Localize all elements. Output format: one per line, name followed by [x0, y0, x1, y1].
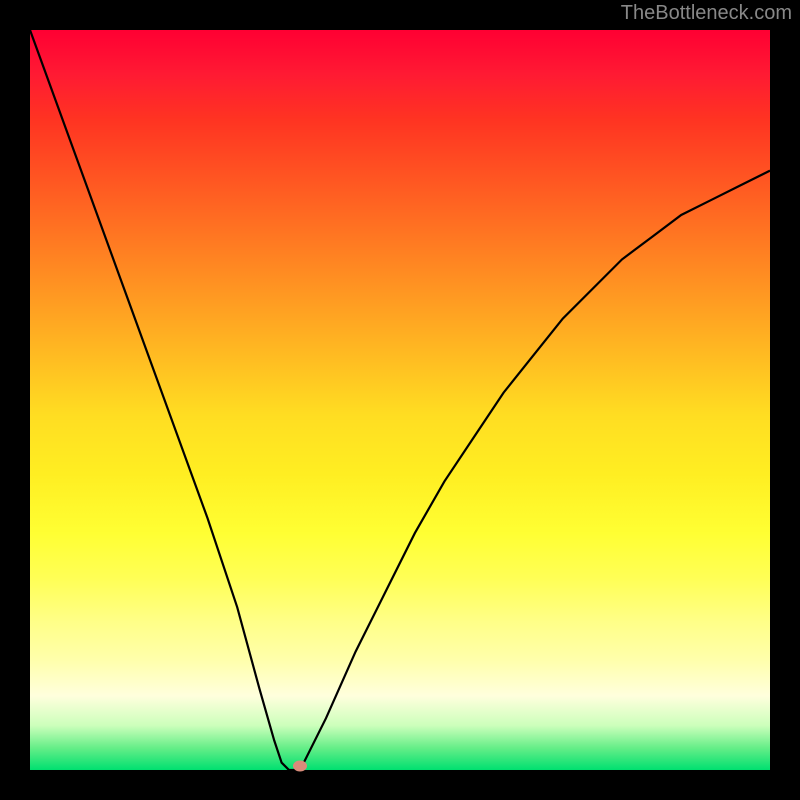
- plot-area: [30, 30, 770, 770]
- optimum-marker: [293, 761, 307, 772]
- chart-container: TheBottleneck.com: [0, 0, 800, 800]
- bottleneck-curve: [30, 30, 770, 770]
- watermark-text: TheBottleneck.com: [621, 2, 792, 25]
